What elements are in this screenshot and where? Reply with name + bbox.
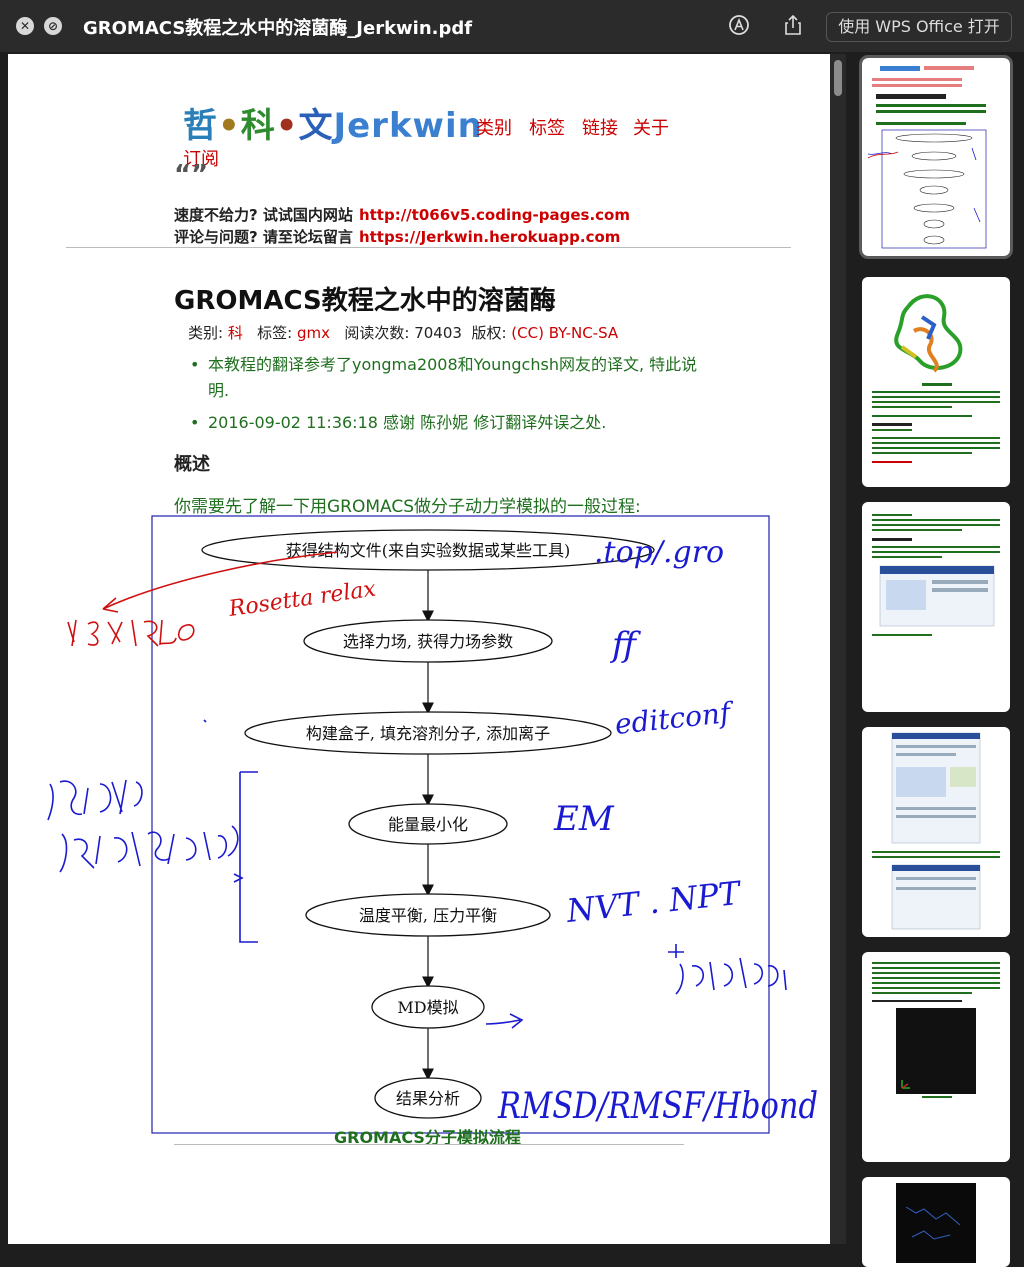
note-top-gro: .top/.gro <box>594 535 724 570</box>
note-editconf: editconf <box>613 696 736 741</box>
flow-step-5: 温度平衡, 压力平衡 <box>359 906 497 925</box>
markup-icon[interactable] <box>728 14 750 36</box>
flow-step-4: 能量最小化 <box>388 815 468 834</box>
title-bar: ✕ ⊘ GROMACS教程之水中的溶菌酶_Jerkwin.pdf 使用 WPS … <box>0 0 1024 52</box>
thumbnail-image <box>867 66 987 249</box>
window-title: GROMACS教程之水中的溶菌酶_Jerkwin.pdf <box>83 18 473 39</box>
page-thumbnail[interactable] <box>862 277 1010 487</box>
document-page[interactable]: 哲•科•文Jerkwin 类别 标签 链接 关于 订阅 “” 速度不给力? 试试… <box>8 54 830 1244</box>
flow-step-1: 获得结构文件(来自实验数据或某些工具) <box>286 541 571 560</box>
scrollbar[interactable] <box>830 54 846 1244</box>
flow-step-7: 结果分析 <box>396 1089 460 1108</box>
page-thumbnail[interactable] <box>859 55 1013 259</box>
thumbnail-image <box>872 294 1000 463</box>
blue-scribble-2 <box>59 825 239 873</box>
caption-divider <box>174 1144 684 1145</box>
open-with-wps-button[interactable]: 使用 WPS Office 打开 <box>826 12 1012 42</box>
note-ff: ff <box>609 625 641 665</box>
thumbnail-image <box>896 1183 976 1263</box>
page-thumbnail[interactable] <box>862 727 1010 937</box>
thumbnail-image <box>872 732 1000 930</box>
flow-step-2: 选择力场, 获得力场参数 <box>343 632 513 651</box>
blue-scribble-1 <box>47 779 143 821</box>
minimize-icon[interactable]: ⊘ <box>44 17 62 35</box>
blue-annotation <box>47 719 787 1029</box>
page-thumbnail[interactable] <box>862 952 1010 1162</box>
close-icon[interactable]: ✕ <box>16 17 34 35</box>
note-em: EM <box>553 799 615 839</box>
flowchart: 获得结构文件(来自实验数据或某些工具) 选择力场, 获得力场参数 构建盒子, 填… <box>47 515 818 1134</box>
thumbnail-sidebar <box>848 52 1024 1267</box>
scroll-thumb[interactable] <box>834 60 842 96</box>
page-thumbnail[interactable] <box>862 1177 1010 1267</box>
blue-bracket <box>239 771 258 943</box>
flow-step-6: MD模拟 <box>397 998 458 1017</box>
blue-arrow-down <box>668 944 684 958</box>
thumbnail-image <box>872 514 1000 636</box>
note-nvt-npt: NVT . NPT <box>564 874 744 930</box>
share-icon[interactable] <box>782 14 804 36</box>
note-rmsd: RMSD/RMSF/Hbond <box>497 1086 818 1127</box>
blue-small-arrow <box>485 1013 524 1029</box>
red-note-rosetta: Rosetta relax <box>226 577 378 623</box>
thumbnail-image <box>872 962 1000 1098</box>
red-scribble <box>67 619 195 647</box>
blue-dot <box>203 719 207 723</box>
flow-step-3: 构建盒子, 填充溶剂分子, 添加离子 <box>306 724 550 743</box>
page-thumbnail[interactable] <box>862 502 1010 712</box>
